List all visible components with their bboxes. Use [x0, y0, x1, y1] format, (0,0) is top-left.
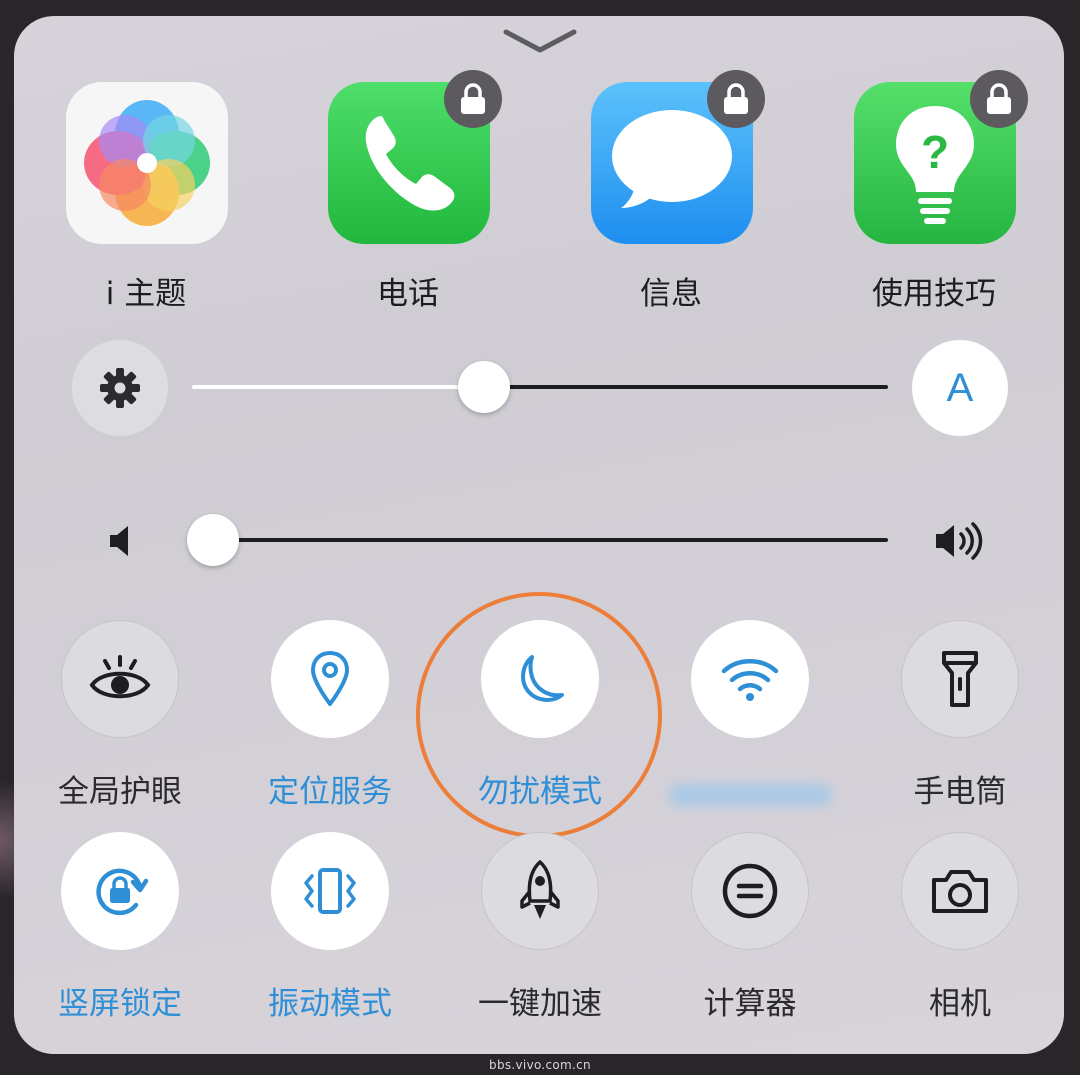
toggle-label: 竖屏锁定 — [58, 986, 182, 1022]
app-shortcut-phone[interactable]: 电话 — [308, 70, 508, 312]
lock-icon — [970, 70, 1028, 128]
toggle-label: 全局护眼 — [58, 774, 182, 810]
toggle-label: 相机 — [929, 986, 991, 1022]
highlight-ring-annotation — [416, 592, 662, 838]
volume-track[interactable] — [212, 538, 888, 542]
svg-text:?: ? — [921, 126, 949, 178]
toggle-location[interactable]: 定位服务 — [230, 620, 430, 820]
rocket-icon — [520, 860, 560, 919]
location-pin-icon — [311, 651, 349, 706]
brightness-track[interactable] — [484, 385, 888, 389]
rotation-lock-icon — [96, 868, 149, 916]
toggle-calculator[interactable]: 计算器 — [650, 832, 850, 1032]
brightness-track-filled[interactable] — [192, 385, 485, 389]
flashlight-icon — [942, 651, 978, 707]
chevron-down-icon[interactable] — [502, 26, 578, 56]
toggle-circle — [901, 832, 1019, 950]
toggle-circle — [481, 832, 599, 950]
toggle-circle — [271, 620, 389, 738]
toggle-circle — [271, 832, 389, 950]
eye-icon — [89, 655, 151, 699]
gear-icon — [100, 368, 140, 408]
control-center-panel: i 主题 电话 信息 ? 使用技巧 A 全局护眼 定位服务 勿扰模式 手电筒 竖… — [14, 16, 1064, 1054]
toggle-label: 振动模式 — [268, 986, 392, 1022]
volume-slider-thumb[interactable] — [186, 514, 239, 566]
auto-brightness-button[interactable]: A — [912, 340, 1008, 436]
theme-flower-icon — [66, 82, 228, 244]
camera-icon — [932, 870, 988, 913]
toggle-wifi[interactable] — [650, 620, 850, 820]
toggle-label: 手电筒 — [913, 774, 1007, 810]
app-label: i 主题 — [105, 276, 187, 312]
app-shortcut-theme[interactable]: i 主题 — [46, 82, 246, 312]
app-label: 信息 — [640, 276, 702, 312]
auto-brightness-label: A — [946, 365, 974, 410]
toggle-circle — [61, 620, 179, 738]
speaker-low-icon — [110, 526, 128, 556]
toggle-flashlight[interactable]: 手电筒 — [860, 620, 1060, 820]
lock-icon — [707, 70, 765, 128]
toggle-label: 计算器 — [703, 986, 797, 1022]
toggle-label: 一键加速 — [478, 986, 602, 1022]
toggle-circle — [691, 832, 809, 950]
toggle-eye-protection[interactable]: 全局护眼 — [20, 620, 220, 820]
toggle-portrait-lock[interactable]: 竖屏锁定 — [20, 832, 220, 1032]
app-label: 电话 — [377, 276, 439, 312]
vibrate-icon — [304, 868, 356, 914]
toggle-label: 定位服务 — [268, 774, 392, 810]
watermark: bbs.vivo.com.cn — [489, 1058, 591, 1072]
toggle-circle — [61, 832, 179, 950]
toggle-vibrate[interactable]: 振动模式 — [230, 832, 430, 1032]
speaker-high-icon — [936, 522, 983, 560]
calculator-icon — [722, 863, 778, 919]
app-shortcut-messages[interactable]: 信息 — [571, 70, 771, 312]
app-label: 使用技巧 — [872, 276, 996, 312]
toggle-speed-boost[interactable]: 一键加速 — [440, 832, 640, 1032]
toggle-circle — [691, 620, 809, 738]
toggle-circle — [901, 620, 1019, 738]
app-shortcut-tips[interactable]: ? 使用技巧 — [834, 70, 1034, 312]
brightness-slider-thumb[interactable] — [458, 361, 511, 413]
wifi-icon — [721, 659, 779, 701]
lock-icon — [444, 70, 502, 128]
toggle-camera[interactable]: 相机 — [860, 832, 1060, 1032]
brightness-settings-button[interactable] — [72, 340, 168, 436]
blurred-network-name — [668, 784, 832, 806]
